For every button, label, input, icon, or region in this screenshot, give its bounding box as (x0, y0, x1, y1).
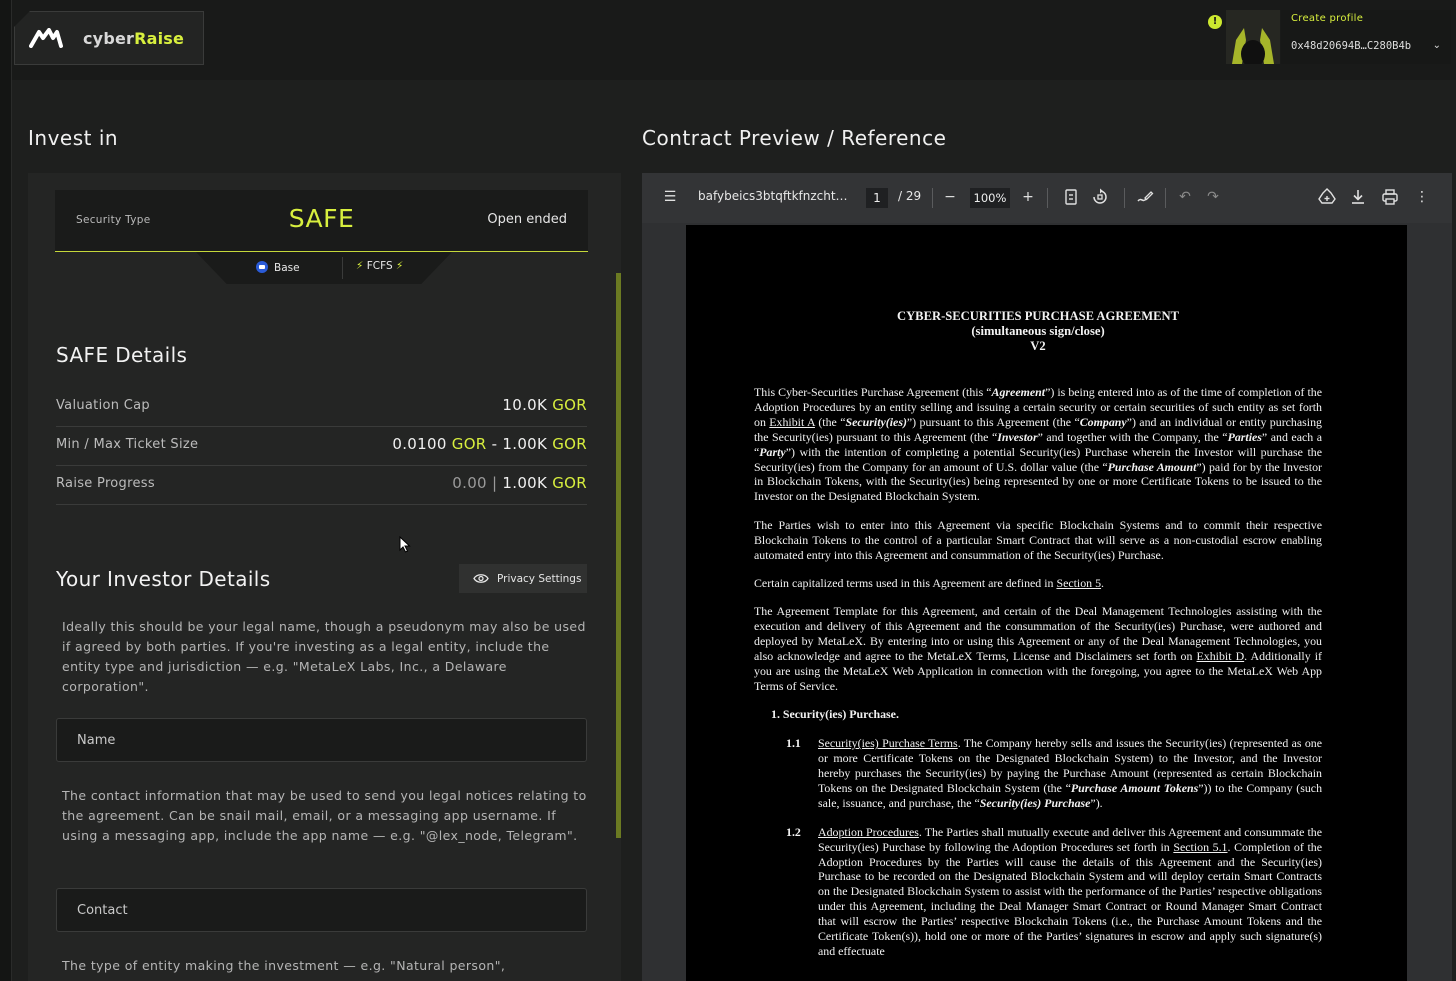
bolt-icon: ⚡ (356, 260, 364, 272)
app-logo[interactable]: cyberRaise (14, 11, 204, 65)
mouse-cursor-icon (399, 536, 411, 553)
pdf-page: CYBER-SECURITIES PURCHASE AGREEMENT (sim… (686, 225, 1407, 981)
contract-preview-title: Contract Preview / Reference (642, 126, 947, 150)
annotate-icon[interactable] (1136, 188, 1154, 206)
raise-progress-row: Raise Progress 0.00 | 1.00K GOR (56, 466, 587, 505)
avatar[interactable] (1226, 10, 1280, 64)
doc-paragraph: This Cyber-Securities Purchase Agreement… (754, 385, 1322, 504)
chevron-down-icon[interactable]: ⌄ (1433, 40, 1441, 51)
contact-help-text: The contact information that may be used… (62, 788, 587, 843)
entity-help-text: The type of entity making the investment… (62, 958, 506, 973)
print-icon[interactable] (1381, 188, 1399, 206)
allocation-chip: ⚡ FCFS ⚡ (356, 260, 404, 272)
doc-subsection: 1.1 Security(ies) Purchase Terms. The Co… (786, 736, 1323, 810)
page-total: / 29 (898, 189, 922, 203)
fit-page-icon[interactable] (1062, 188, 1080, 206)
ticket-size-row: Min / Max Ticket Size 0.0100 GOR - 1.00K… (56, 427, 587, 466)
valuation-cap-row: Valuation Cap 10.0K GOR (56, 388, 587, 427)
profile-menu[interactable]: Create profile 0x48d20694B…C280B4b ⌄ (1281, 10, 1451, 64)
row-label: Raise Progress (56, 476, 155, 491)
doc-paragraph: The Parties wish to enter into this Agre… (754, 517, 1322, 562)
doc-section-heading: 1. Security(ies) Purchase. (771, 707, 899, 722)
pdf-file-name: bafybeics3btqftkfnzcht… (698, 189, 848, 203)
create-profile-link[interactable]: Create profile (1291, 13, 1363, 24)
chain-chip: Base (256, 261, 300, 274)
save-to-drive-icon[interactable] (1318, 188, 1336, 206)
zoom-out-icon[interactable]: − (941, 188, 959, 206)
toolbar-divider (1047, 188, 1048, 208)
invest-panel: Security Type SAFE Open ended Base ⚡ FCF… (28, 173, 621, 981)
app-name: cyberRaise (83, 29, 185, 48)
name-help-text: Ideally this should be your legal name, … (62, 619, 586, 694)
cyberraise-logo-icon (29, 28, 63, 48)
download-icon[interactable] (1349, 188, 1367, 206)
scrollbar[interactable] (616, 273, 621, 838)
doc-paragraph: Certain capitalized terms used in this A… (754, 575, 1105, 590)
name-input[interactable] (56, 718, 587, 762)
raise-tags: Base ⚡ FCFS ⚡ (196, 252, 452, 284)
row-label: Valuation Cap (56, 398, 150, 413)
notification-badge[interactable]: ! (1208, 15, 1222, 29)
zoom-in-icon[interactable]: + (1019, 188, 1037, 206)
pdf-toolbar: ☰ bafybeics3btqftkfnzcht… 1 / 29 − 100% … (642, 173, 1452, 223)
safe-details-heading: SAFE Details (56, 343, 188, 367)
row-value: 0.00 | 1.00K GOR (452, 474, 587, 492)
contact-input[interactable] (56, 888, 587, 932)
privacy-settings-button[interactable]: Privacy Settings (459, 564, 587, 593)
doc-paragraph: The Agreement Template for this Agreemen… (754, 604, 1322, 693)
page-number-input[interactable]: 1 (866, 188, 888, 208)
wallet-address: 0x48d20694B…C280B4b (1291, 40, 1412, 52)
undo-icon[interactable]: ↶ (1176, 188, 1194, 206)
toolbar-divider (1124, 188, 1125, 208)
eye-icon (473, 574, 489, 583)
security-type-card: Security Type SAFE Open ended (55, 190, 588, 252)
menu-icon[interactable]: ☰ (661, 188, 679, 206)
toolbar-divider (932, 188, 933, 208)
left-rail (0, 0, 12, 981)
raise-term: Open ended (487, 212, 567, 227)
doc-title: CYBER-SECURITIES PURCHASE AGREEMENT (sim… (896, 309, 1179, 353)
row-value: 10.0K GOR (502, 396, 587, 414)
redo-icon[interactable]: ↷ (1204, 188, 1222, 206)
zoom-level[interactable]: 100% (970, 188, 1010, 208)
investor-details-heading: Your Investor Details (56, 567, 271, 591)
base-chain-icon (256, 261, 268, 273)
doc-subsection: 1.2 Adoption Procedures. The Parties sha… (786, 824, 1322, 958)
row-value: 0.0100 GOR - 1.00K GOR (392, 435, 587, 453)
page-title: Invest in (28, 126, 119, 150)
rotate-icon[interactable] (1091, 188, 1109, 206)
avatar-image (1226, 10, 1280, 64)
pdf-viewer: ☰ bafybeics3btqftkfnzcht… 1 / 29 − 100% … (642, 173, 1452, 981)
bolt-icon: ⚡ (395, 260, 404, 272)
more-options-icon[interactable]: ⋮ (1413, 188, 1431, 206)
toolbar-divider (1165, 188, 1166, 208)
contract-document: CYBER-SECURITIES PURCHASE AGREEMENT (sim… (754, 309, 1322, 959)
chip-divider (342, 257, 343, 279)
row-label: Min / Max Ticket Size (56, 437, 199, 452)
